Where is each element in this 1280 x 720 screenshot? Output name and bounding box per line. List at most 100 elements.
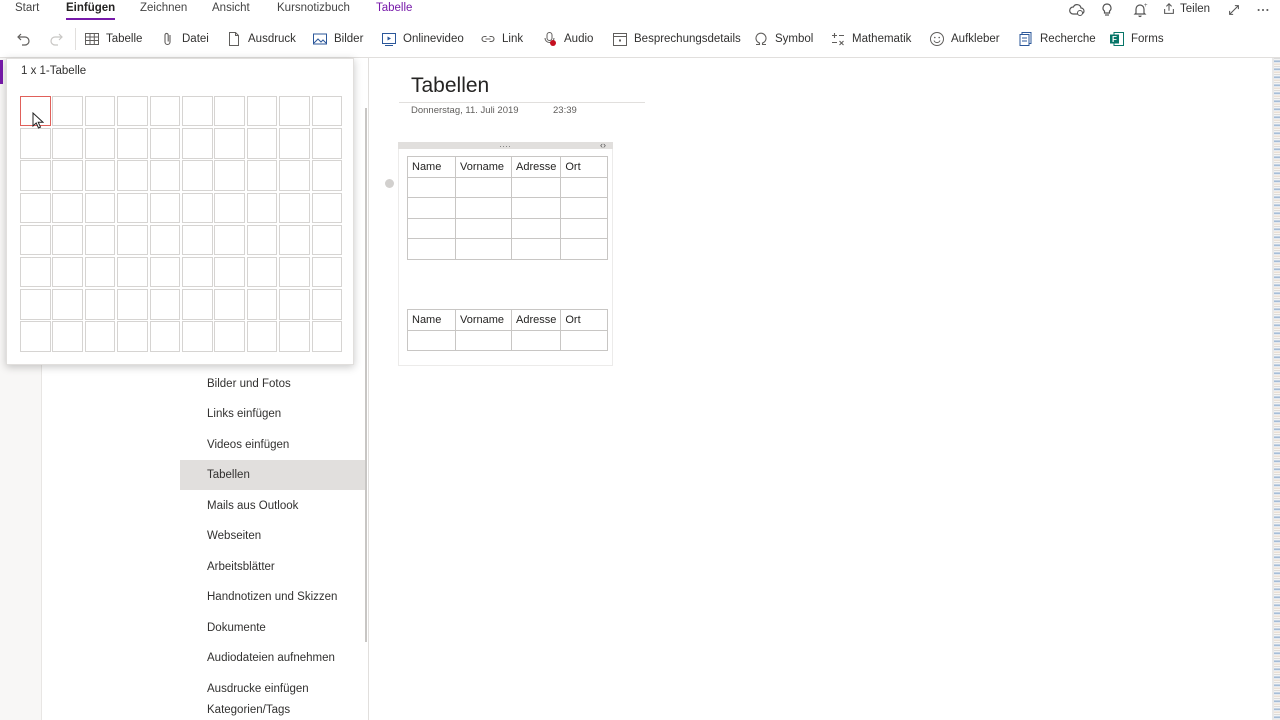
- insert-symbol-button[interactable]: Symbol: [753, 30, 813, 48]
- insert-online-video-button[interactable]: Onlinevideo: [381, 30, 464, 48]
- notification-bell-icon[interactable]: +: [1132, 2, 1148, 18]
- page-item-mails-aus-outlook[interactable]: Mails aus Outlook: [180, 491, 366, 521]
- tab-einfuegen[interactable]: Einfügen: [66, 0, 116, 20]
- table-size-cell[interactable]: [279, 128, 310, 159]
- table-size-cell[interactable]: [117, 224, 148, 256]
- table-size-cell[interactable]: [279, 224, 310, 256]
- table-size-cell[interactable]: [149, 128, 181, 159]
- sync-cloud-icon[interactable]: [1069, 2, 1085, 18]
- table-size-cell[interactable]: [52, 128, 83, 159]
- stickers-button[interactable]: Aufkleber: [929, 30, 1000, 48]
- table-size-cell[interactable]: [311, 256, 343, 288]
- table-cell[interactable]: [407, 197, 456, 219]
- meeting-details-button[interactable]: Besprechungsdetails: [612, 30, 741, 48]
- table-size-cell[interactable]: [279, 289, 310, 320]
- page-title[interactable]: Tabellen: [411, 74, 489, 98]
- expand-icon[interactable]: [1226, 2, 1242, 18]
- table-size-cell[interactable]: [84, 289, 116, 320]
- table-size-cell[interactable]: [311, 96, 343, 127]
- insert-pictures-button[interactable]: Bilder: [312, 30, 363, 48]
- table-size-cell[interactable]: [52, 160, 83, 191]
- table-cell[interactable]: [407, 329, 456, 351]
- table-size-cell[interactable]: [117, 256, 148, 288]
- tab-start[interactable]: Start: [15, 0, 39, 20]
- table-cell[interactable]: Name: [407, 156, 456, 178]
- table-size-cell[interactable]: [52, 289, 83, 320]
- table-size-cell[interactable]: [311, 128, 343, 159]
- table-size-cell[interactable]: [149, 289, 181, 320]
- lightbulb-icon[interactable]: [1099, 2, 1115, 18]
- table-size-cell[interactable]: [117, 96, 148, 127]
- page-item-videos-einfuegen[interactable]: Videos einfügen: [180, 430, 366, 460]
- table-size-cell[interactable]: [246, 128, 278, 159]
- table-size-cell[interactable]: [181, 321, 213, 352]
- table-size-cell[interactable]: [20, 160, 51, 191]
- page-item-handnotizen[interactable]: Handnotizen und Skizzen: [180, 582, 366, 612]
- table-size-cell[interactable]: [311, 160, 343, 191]
- table-size-cell[interactable]: [52, 96, 83, 127]
- table-cell[interactable]: Adresse: [510, 309, 562, 331]
- table-size-cell[interactable]: [149, 256, 181, 288]
- table-cell[interactable]: [510, 329, 562, 351]
- table-size-cell[interactable]: [20, 128, 51, 159]
- table-size-cell[interactable]: [214, 321, 245, 352]
- table-size-cell[interactable]: [246, 224, 278, 256]
- table-size-cell[interactable]: [149, 192, 181, 223]
- table-size-cell[interactable]: [311, 224, 343, 256]
- table-cell[interactable]: [560, 176, 609, 198]
- table-size-cell[interactable]: [20, 256, 51, 288]
- table-size-cell[interactable]: [149, 321, 181, 352]
- table-cell[interactable]: [510, 176, 562, 198]
- table-size-cell[interactable]: [181, 289, 213, 320]
- tab-ansicht[interactable]: Ansicht: [212, 0, 250, 20]
- page-item-audiodateien[interactable]: Audiodateien aufnehmen: [180, 643, 366, 673]
- forms-button[interactable]: F Forms: [1109, 30, 1164, 48]
- undo-button[interactable]: [15, 30, 31, 48]
- table-size-cell[interactable]: [84, 160, 116, 191]
- table-size-cell[interactable]: [246, 289, 278, 320]
- table-cell[interactable]: Ort: [560, 309, 609, 331]
- table-size-cell[interactable]: [279, 192, 310, 223]
- table-cell[interactable]: [407, 176, 456, 198]
- insert-printout-button[interactable]: Ausdruck: [226, 30, 296, 48]
- more-options-icon[interactable]: [1255, 2, 1271, 18]
- table-cell[interactable]: Ort: [560, 156, 609, 178]
- insert-table-button[interactable]: Tabelle: [84, 30, 142, 48]
- table-size-cell[interactable]: [84, 192, 116, 223]
- table-size-cell[interactable]: [84, 256, 116, 288]
- table-size-cell[interactable]: [181, 192, 213, 223]
- table-cell[interactable]: Vorname: [455, 309, 512, 331]
- paragraph-handle-icon[interactable]: [385, 179, 394, 188]
- tab-zeichnen[interactable]: Zeichnen: [140, 0, 187, 20]
- table-cell[interactable]: Vorname: [455, 156, 512, 178]
- tab-tabelle[interactable]: Tabelle: [376, 0, 412, 20]
- table-size-cell[interactable]: [214, 160, 245, 191]
- table-size-cell[interactable]: [20, 192, 51, 223]
- page-item-webseiten[interactable]: Webseiten: [180, 521, 366, 551]
- table-cell[interactable]: [560, 238, 609, 260]
- math-button[interactable]: Mathematik: [830, 30, 911, 48]
- table-size-cell[interactable]: [20, 289, 51, 320]
- table-size-cell[interactable]: [117, 192, 148, 223]
- table-cell[interactable]: [510, 238, 562, 260]
- note-table-2[interactable]: Name Vorname Adresse Ort: [407, 309, 609, 351]
- drag-handle-icon[interactable]: ····: [499, 141, 511, 151]
- page-item-arbeitsblaetter[interactable]: Arbeitsblätter: [180, 552, 366, 582]
- table-size-cell[interactable]: [20, 224, 51, 256]
- table-cell[interactable]: [510, 197, 562, 219]
- table-size-cell[interactable]: [214, 128, 245, 159]
- share-button[interactable]: Teilen: [1162, 0, 1210, 18]
- resize-arrows-icon[interactable]: ‹›: [600, 140, 606, 150]
- page-item-kategorien-tags[interactable]: Kategorien/Tags: [180, 704, 366, 720]
- table-size-cell[interactable]: [279, 321, 310, 352]
- table-size-cell[interactable]: [20, 96, 51, 127]
- table-size-cell[interactable]: [84, 224, 116, 256]
- table-size-cell[interactable]: [246, 160, 278, 191]
- table-size-cell[interactable]: [311, 289, 343, 320]
- table-cell[interactable]: [455, 238, 512, 260]
- table-cell[interactable]: [455, 217, 512, 239]
- table-size-cell[interactable]: [84, 321, 116, 352]
- insert-link-button[interactable]: Link: [480, 30, 523, 48]
- table-size-cell[interactable]: [246, 192, 278, 223]
- page-item-dokumente[interactable]: Dokumente: [180, 613, 366, 643]
